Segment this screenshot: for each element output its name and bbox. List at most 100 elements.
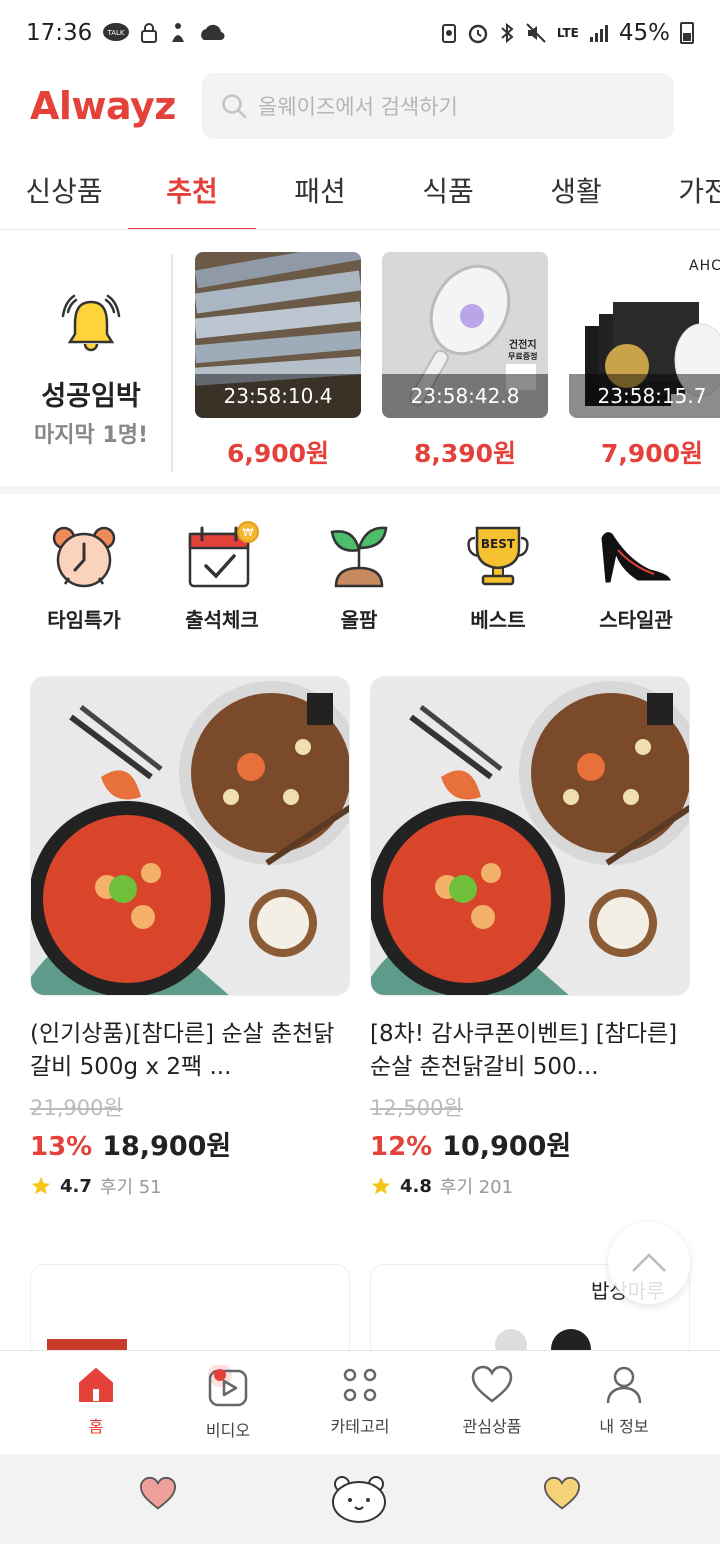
nav-category[interactable]: 카테고리 xyxy=(294,1365,426,1437)
quick-menu-time-deal[interactable]: 타임특가 xyxy=(19,520,149,633)
star-icon xyxy=(31,1176,51,1195)
video-icon xyxy=(208,1365,248,1407)
tab-recommended[interactable]: 추천 xyxy=(128,150,256,229)
yellow-heart-icon xyxy=(543,1476,581,1510)
bluetooth-icon xyxy=(499,22,515,44)
bell-icon xyxy=(61,294,121,352)
deal-timer: 23:58:15.7 xyxy=(569,374,720,418)
trophy-icon: BEST xyxy=(467,526,529,586)
svg-text:TALK: TALK xyxy=(107,29,125,37)
sprout-icon xyxy=(330,526,388,588)
discount-rate: 13% xyxy=(30,1132,93,1162)
deal-price: 7,900원 xyxy=(600,439,704,468)
rating-row: 4.7 후기 51 xyxy=(30,1173,350,1199)
deal-divider xyxy=(171,254,173,472)
quick-menu-best[interactable]: BEST 베스트 xyxy=(433,520,563,633)
deal-item[interactable]: 23:58:10.4 6,900원 xyxy=(195,252,361,470)
app-header: Alwayz 올웨이즈에서 검색하기 xyxy=(0,72,720,140)
nav-label: 비디오 xyxy=(205,1421,251,1440)
quick-menu-label: 베스트 xyxy=(470,608,526,632)
deal-price: 6,900원 xyxy=(226,439,330,468)
rating-row: 4.8 후기 201 xyxy=(370,1173,690,1199)
quick-menu: 타임특가 ₩ 출석체크 올팜 BEST 베스트 스타일관 xyxy=(0,520,720,650)
price-row: 12% 10,900원 xyxy=(370,1124,690,1163)
nav-my-info[interactable]: 내 정보 xyxy=(558,1365,690,1437)
system-back-button[interactable] xyxy=(542,1476,582,1516)
product-card[interactable]: (인기상품)[참다른] 순살 춘천닭갈비 500g x 2팩 ... 21,90… xyxy=(30,676,350,1199)
nav-home[interactable]: 홈 xyxy=(30,1365,162,1437)
cloud-icon xyxy=(198,22,226,44)
battery-icon xyxy=(680,22,694,44)
search-placeholder: 올웨이즈에서 검색하기 xyxy=(258,95,458,119)
app-logo[interactable]: Alwayz xyxy=(30,84,202,128)
search-bar[interactable]: 올웨이즈에서 검색하기 xyxy=(202,73,674,139)
heart-icon xyxy=(471,1365,513,1403)
quick-menu-label: 출석체크 xyxy=(185,608,259,632)
deal-title: 성공임박 xyxy=(41,381,141,412)
kakaotalk-icon: TALK xyxy=(102,22,130,44)
system-home-button[interactable] xyxy=(330,1474,388,1528)
svg-text:₩: ₩ xyxy=(243,526,254,539)
nav-label: 홈 xyxy=(88,1417,104,1436)
mute-icon xyxy=(525,22,547,44)
tab-appliances[interactable]: 가전 xyxy=(640,150,720,229)
quick-menu-attendance[interactable]: ₩ 출석체크 xyxy=(157,520,287,633)
nav-label: 내 정보 xyxy=(599,1417,649,1436)
lock-icon xyxy=(140,22,158,44)
brand-label: AHC xyxy=(689,258,720,274)
deal-item[interactable]: AHC 23:58:15.7 7,900원 xyxy=(569,252,720,470)
quick-menu-allfarm[interactable]: 올팜 xyxy=(294,520,424,633)
product-name: (인기상품)[참다른] 순살 춘천닭갈비 500g x 2팩 ... xyxy=(30,1021,335,1080)
discount-rate: 12% xyxy=(370,1132,433,1162)
tab-fashion[interactable]: 패션 xyxy=(256,150,384,229)
deal-subtitle: 마지막 1명! xyxy=(34,423,148,448)
high-heel-icon xyxy=(601,532,671,583)
status-bar: 17:36 TALK LTE 45% xyxy=(0,0,720,66)
product-card-partial[interactable] xyxy=(30,1264,350,1364)
battery-saver-icon xyxy=(441,22,457,44)
person-walk-icon xyxy=(168,22,188,44)
lte-icon: LTE xyxy=(556,25,579,40)
tab-new[interactable]: 신상품 xyxy=(0,150,128,229)
pink-heart-icon xyxy=(139,1476,177,1510)
nav-wishlist[interactable]: 관심상품 xyxy=(426,1365,558,1437)
status-right: LTE 45% xyxy=(441,20,694,46)
nav-label: 카테고리 xyxy=(330,1417,390,1436)
tab-living[interactable]: 생활 xyxy=(512,150,640,229)
product-name: [8차! 감사쿠폰이벤트] [참다른]순살 춘천닭갈비 500... xyxy=(370,1021,678,1080)
rating-value: 4.7 xyxy=(60,1175,92,1197)
original-price: 21,900원 xyxy=(30,1096,123,1120)
bear-face-icon xyxy=(332,1476,386,1523)
quick-menu-label: 스타일관 xyxy=(599,608,673,632)
system-recent-button[interactable] xyxy=(138,1476,178,1516)
product-card[interactable]: [8차! 감사쿠폰이벤트] [참다른]순살 춘천닭갈비 500... 12,50… xyxy=(370,676,690,1199)
user-icon xyxy=(606,1366,642,1404)
product-image-dakgalbi xyxy=(30,676,350,996)
deal-image-bug-zapper: 건전지 무료증정 23:58:42.8 xyxy=(382,252,548,418)
category-icon xyxy=(343,1368,377,1402)
original-price: 12,500원 xyxy=(370,1096,463,1120)
nav-video[interactable]: 비디오 xyxy=(162,1365,294,1441)
product-image-dakgalbi xyxy=(370,676,690,996)
deal-price: 8,390원 xyxy=(413,439,517,468)
sale-price: 10,900원 xyxy=(442,1131,572,1162)
quick-menu-label: 올팜 xyxy=(340,608,378,632)
tab-food[interactable]: 식품 xyxy=(384,150,512,229)
chevron-up-icon xyxy=(632,1253,666,1272)
signal-icon xyxy=(589,23,609,43)
quick-menu-style[interactable]: 스타일관 xyxy=(571,520,701,633)
battery-percent: 45% xyxy=(618,20,670,46)
alarm-icon xyxy=(467,22,489,44)
deal-timer: 23:58:42.8 xyxy=(382,374,548,418)
rating-value: 4.8 xyxy=(400,1175,432,1197)
imminent-deals-section: 성공임박 마지막 1명! 23:58:10.4 6,900원 건전지 무료증정 … xyxy=(0,232,720,494)
deal-header: 성공임박 마지막 1명! xyxy=(24,254,158,474)
scroll-to-top-button[interactable] xyxy=(608,1222,690,1304)
search-icon xyxy=(222,94,247,119)
deal-image-fish: 23:58:10.4 xyxy=(195,252,361,418)
gift-badge: 건전지 무료증정 xyxy=(508,340,538,361)
system-navigation-bar xyxy=(0,1454,720,1544)
deal-item[interactable]: 건전지 무료증정 23:58:42.8 8,390원 xyxy=(382,252,548,470)
quick-menu-label: 타임특가 xyxy=(47,608,121,632)
category-tabs: 신상품 추천 패션 식품 생활 가전 xyxy=(0,150,720,230)
